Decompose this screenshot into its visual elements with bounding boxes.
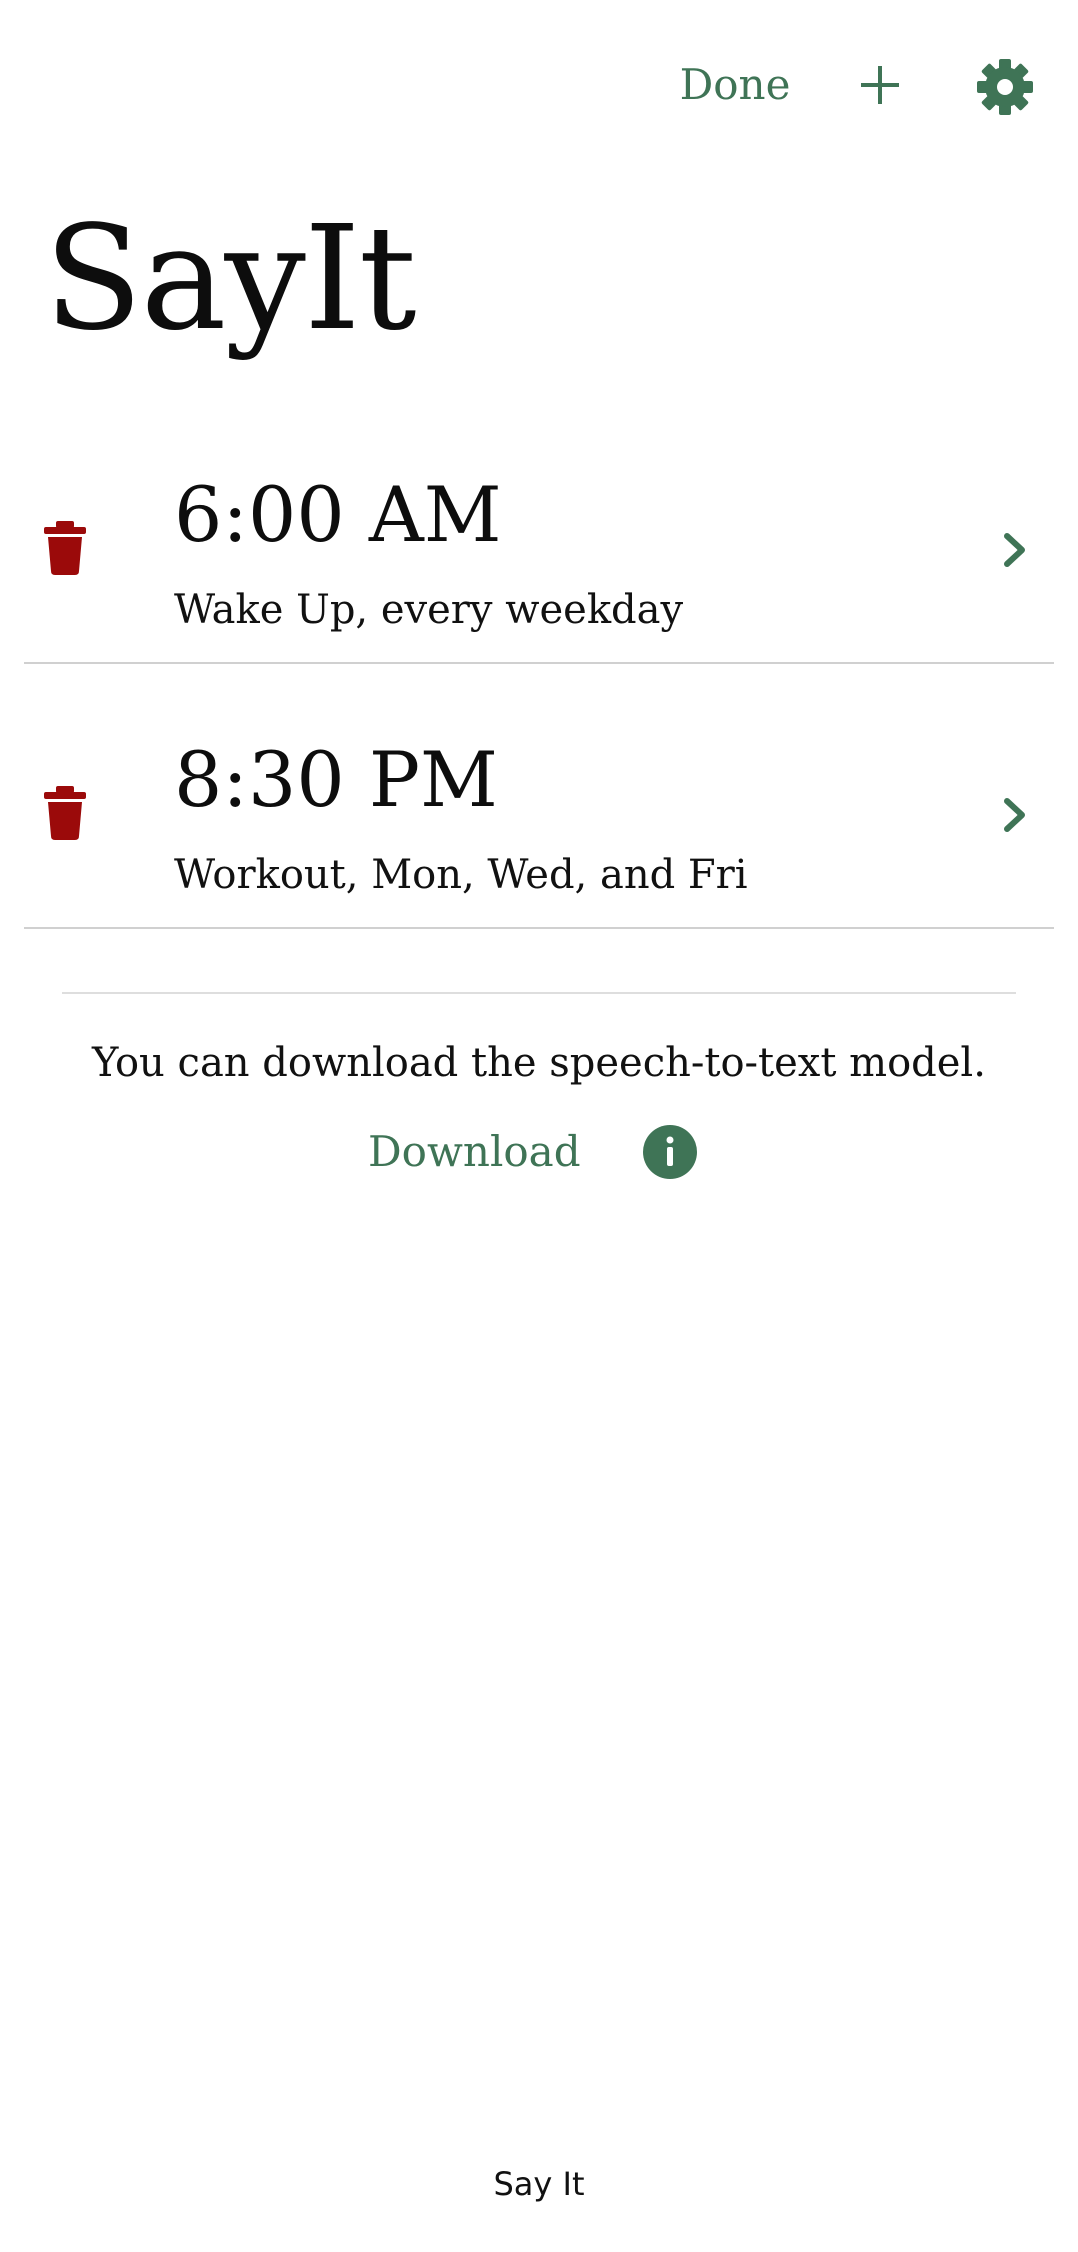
gear-icon (977, 59, 1033, 115)
plus-icon (861, 66, 899, 104)
alarm-description: Workout, Mon, Wed, and Fri (174, 852, 748, 898)
alarm-row[interactable]: 6:00 AM Wake Up, every weekday (24, 400, 1054, 664)
chevron-right-icon (1004, 798, 1025, 832)
add-alarm-button[interactable] (845, 50, 915, 120)
delete-alarm-button[interactable] (42, 785, 88, 841)
info-icon (643, 1125, 697, 1179)
page-title: SayIt (44, 194, 417, 362)
section-divider (62, 992, 1016, 994)
download-message: You can download the speech-to-text mode… (92, 1040, 986, 1086)
download-button[interactable]: Download (368, 1122, 581, 1182)
trash-icon (44, 521, 86, 575)
alarm-time: 6:00 AM (174, 470, 502, 559)
alarm-description: Wake Up, every weekday (174, 587, 684, 633)
trash-icon (44, 786, 86, 840)
chevron-right-icon (1004, 533, 1025, 567)
top-bar: Done (0, 0, 1078, 170)
done-button[interactable]: Done (670, 55, 800, 115)
open-alarm-button[interactable] (994, 793, 1034, 837)
settings-button[interactable] (970, 52, 1040, 122)
open-alarm-button[interactable] (994, 528, 1034, 572)
alarm-row[interactable]: 8:30 PM Workout, Mon, Wed, and Fri (24, 665, 1054, 929)
delete-alarm-button[interactable] (42, 520, 88, 576)
footer-label: Say It (493, 2165, 585, 2203)
info-button[interactable] (643, 1125, 697, 1179)
alarm-time: 8:30 PM (174, 735, 498, 824)
